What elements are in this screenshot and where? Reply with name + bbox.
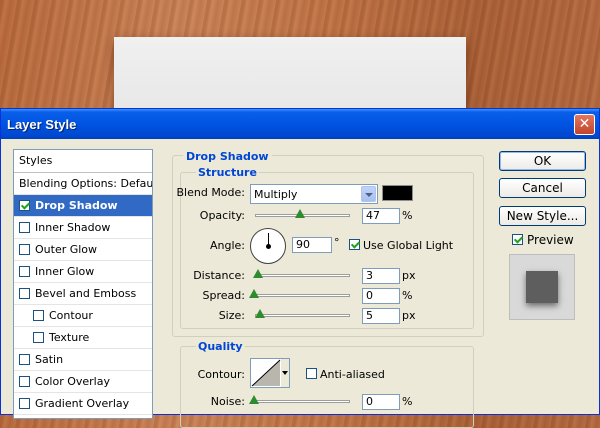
styles-item-label: Drop Shadow — [35, 199, 118, 212]
new-style-button[interactable]: New Style... — [499, 206, 586, 226]
inner-shadow-checkbox[interactable] — [19, 222, 30, 233]
angle-dial[interactable] — [250, 228, 286, 264]
noise-label: Noise: — [210, 395, 245, 408]
inner-glow-checkbox[interactable] — [19, 266, 30, 277]
spread-slider-thumb[interactable] — [249, 289, 259, 298]
noise-unit: % — [402, 395, 413, 408]
opacity-slider-thumb[interactable] — [295, 209, 305, 218]
size-label: Size: — [218, 309, 245, 322]
anti-aliased-checkbox[interactable] — [306, 368, 317, 379]
styles-item-label: Bevel and Emboss — [35, 287, 137, 300]
styles-item-inner-glow[interactable]: Inner Glow — [14, 261, 152, 283]
styles-item-bevel-emboss[interactable]: Bevel and Emboss — [14, 283, 152, 305]
outer-glow-checkbox[interactable] — [19, 244, 30, 255]
noise-slider-thumb[interactable] — [249, 395, 259, 404]
opacity-unit: % — [402, 209, 413, 222]
styles-list-header[interactable]: Styles — [14, 150, 152, 173]
use-global-light-checkbox[interactable] — [349, 239, 360, 250]
quality-title: Quality — [196, 340, 245, 353]
opacity-input[interactable]: 47 — [362, 208, 400, 224]
size-slider[interactable] — [255, 314, 350, 317]
window-title: Layer Style — [7, 117, 77, 132]
preview-label: Preview — [527, 233, 574, 247]
spread-label: Spread: — [202, 289, 245, 302]
bevel-emboss-checkbox[interactable] — [19, 288, 30, 299]
angle-input[interactable]: 90 — [292, 237, 332, 253]
contour-picker[interactable] — [250, 358, 290, 388]
preview-checkbox[interactable] — [512, 234, 523, 245]
blend-mode-select[interactable]: Multiply — [250, 184, 378, 204]
styles-item-drop-shadow[interactable]: Drop Shadow — [14, 195, 152, 217]
drop-shadow-title: Drop Shadow — [183, 150, 272, 163]
color-overlay-checkbox[interactable] — [19, 376, 30, 387]
styles-item-gradient-overlay[interactable]: Gradient Overlay — [14, 393, 152, 415]
angle-label: Angle: — [209, 239, 245, 252]
angle-unit: ° — [334, 236, 340, 249]
quality-group — [180, 346, 474, 428]
styles-item-label: Color Overlay — [35, 375, 110, 388]
structure-title: Structure — [196, 166, 259, 179]
styles-item-label: Satin — [35, 353, 64, 366]
texture-checkbox[interactable] — [33, 332, 44, 343]
distance-slider-thumb[interactable] — [253, 269, 263, 278]
styles-item-blending-options[interactable]: Blending Options: Default — [14, 173, 152, 195]
styles-item-label: Gradient Overlay — [35, 397, 130, 410]
styles-item-inner-shadow[interactable]: Inner Shadow — [14, 217, 152, 239]
opacity-label: Opacity: — [199, 209, 245, 222]
angle-dial-center — [266, 244, 271, 249]
noise-input[interactable]: 0 — [362, 394, 400, 410]
styles-item-contour[interactable]: Contour — [14, 305, 152, 327]
close-button[interactable]: ✕ — [574, 114, 595, 135]
spread-slider[interactable] — [255, 294, 350, 297]
preview-swatch — [526, 271, 558, 303]
shadow-color-swatch[interactable] — [382, 185, 413, 201]
contour-curve-icon — [251, 359, 289, 387]
spread-input[interactable]: 0 — [362, 288, 400, 304]
size-slider-thumb[interactable] — [255, 309, 265, 318]
styles-item-label: Inner Glow — [35, 265, 95, 278]
blend-mode-label: Blend Mode: — [176, 186, 246, 199]
styles-item-color-overlay[interactable]: Color Overlay — [14, 371, 152, 393]
size-input[interactable]: 5 — [362, 308, 400, 324]
styles-item-label: Texture — [49, 331, 90, 344]
chevron-down-icon — [361, 186, 376, 202]
size-unit: px — [402, 309, 416, 322]
title-bar[interactable]: Layer Style ✕ — [1, 109, 599, 139]
distance-unit: px — [402, 269, 416, 282]
blend-mode-value: Multiply — [254, 188, 298, 201]
styles-item-label: Inner Shadow — [35, 221, 111, 234]
spread-unit: % — [402, 289, 413, 302]
distance-input[interactable]: 3 — [362, 268, 400, 284]
contour-label: Contour: — [197, 368, 245, 381]
distance-slider[interactable] — [255, 274, 350, 277]
styles-item-label: Contour — [49, 309, 93, 322]
cancel-button[interactable]: Cancel — [499, 178, 586, 198]
noise-slider[interactable] — [255, 400, 350, 403]
styles-item-satin[interactable]: Satin — [14, 349, 152, 371]
distance-label: Distance: — [193, 269, 245, 282]
ok-button[interactable]: OK — [499, 151, 586, 171]
satin-checkbox[interactable] — [19, 354, 30, 365]
styles-item-label: Blending Options: Default — [19, 177, 153, 190]
gradient-overlay-checkbox[interactable] — [19, 398, 30, 409]
anti-aliased-label: Anti-aliased — [320, 368, 385, 381]
styles-item-outer-glow[interactable]: Outer Glow — [14, 239, 152, 261]
styles-item-label: Outer Glow — [35, 243, 98, 256]
drop-shadow-checkbox[interactable] — [19, 200, 30, 211]
use-global-light-label: Use Global Light — [363, 239, 454, 252]
styles-list: Styles Blending Options: Default Drop Sh… — [13, 149, 153, 419]
styles-item-texture[interactable]: Texture — [14, 327, 152, 349]
contour-checkbox[interactable] — [33, 310, 44, 321]
preview-thumbnail — [509, 254, 575, 320]
close-icon: ✕ — [578, 116, 591, 132]
